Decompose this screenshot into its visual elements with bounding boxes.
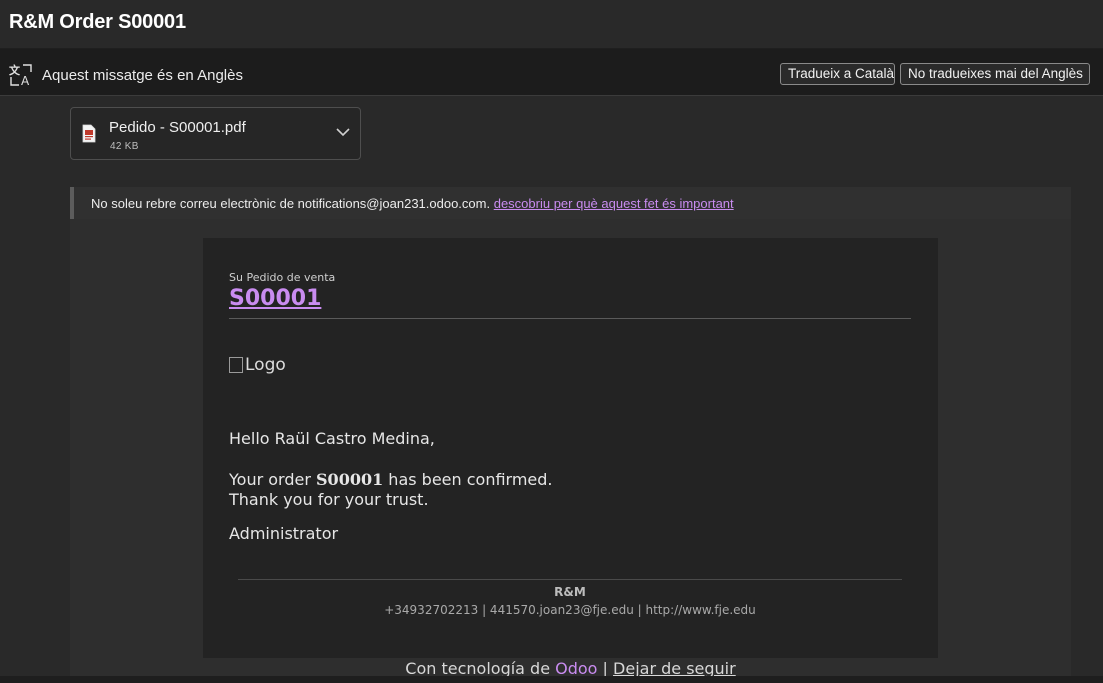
footer-company-name: R&M [554,585,586,599]
translation-bar: 文 A Aquest missatge és en Anglès Traduei… [0,49,1103,96]
confirmation-line: Your order S00001 has been confirmed. [229,470,553,489]
attachment-name: Pedido - S00001.pdf [109,119,246,136]
company-logo: Logo [229,355,286,375]
attachment-card[interactable]: Pedido - S00001.pdf 42 KB [70,107,361,160]
bottom-strip [0,676,1103,683]
email-subject: R&M Order S00001 [9,11,186,33]
order-number-link[interactable]: S00001 [229,286,321,311]
thanks-line: Thank you for your trust. [229,490,429,509]
confirmation-order-number: S00001 [316,470,384,489]
subject-bar: R&M Order S00001 [0,0,1103,49]
warning-text-line: No soleu rebre correu electrònic de noti… [91,196,734,211]
warning-text: No soleu rebre correu electrònic de noti… [91,196,491,211]
translation-message: Aquest missatge és en Anglès [42,67,243,84]
chevron-down-icon[interactable] [336,127,350,137]
broken-image-icon [229,357,243,373]
signature: Administrator [229,524,339,543]
svg-text:A: A [21,74,30,87]
confirmation-suffix: has been confirmed. [383,470,553,489]
translate-to-catalan-button[interactable]: Tradueix a Català [780,63,895,85]
header-divider [229,318,911,319]
order-type-label: Su Pedido de venta [229,271,336,284]
never-translate-button[interactable]: No tradueixes mai del Anglès [900,63,1090,85]
greeting: Hello Raül Castro Medina, [229,429,435,448]
pdf-file-icon [82,124,96,143]
logo-alt-text: Logo [245,355,286,375]
warning-learn-more-link[interactable]: descobriu per què aquest fet és importan… [494,196,734,211]
confirmation-prefix: Your order [229,470,316,489]
svg-text:文: 文 [9,63,21,77]
footer-divider [238,579,902,580]
attachment-size: 42 KB [110,141,139,152]
footer-contact-info: +34932702213 | 441570.joan23@fje.edu | h… [384,603,756,617]
translate-icon: 文 A [9,63,32,87]
sender-warning-banner: No soleu rebre correu electrònic de noti… [70,187,1071,219]
